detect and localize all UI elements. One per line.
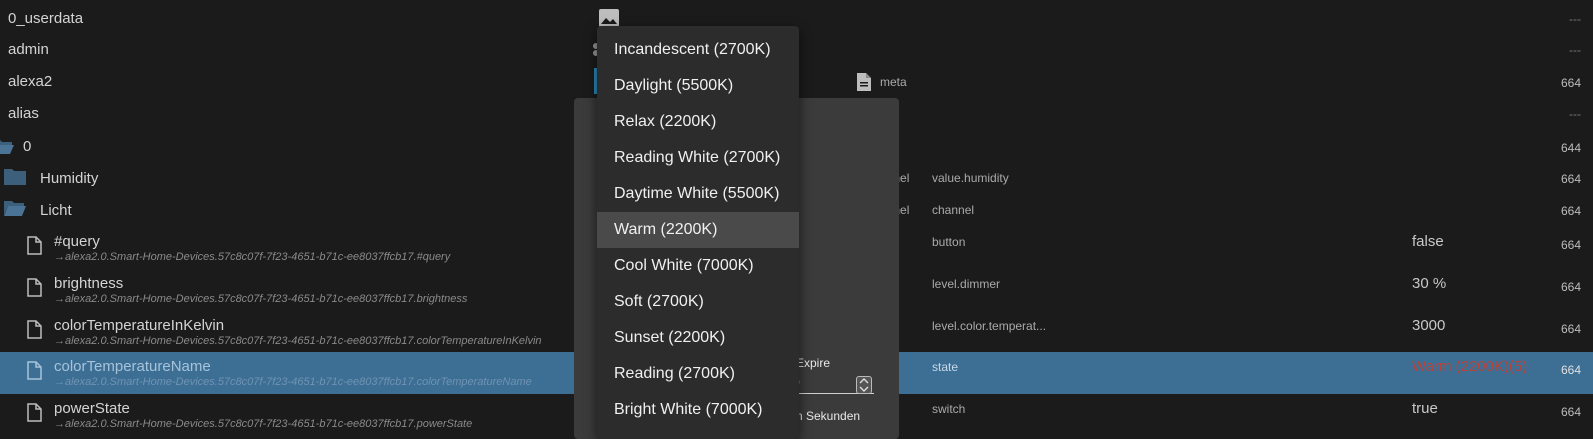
alias-link[interactable]: →alexa2.0.Smart-Home-Devices.57c8c07f-7f… (54, 293, 467, 305)
acl-value: 664 (1560, 280, 1581, 294)
tree-item-label: Humidity (40, 170, 99, 187)
state-name: colorTemperatureName (54, 358, 211, 375)
state-name: #query (54, 233, 100, 250)
state-name: powerState (54, 400, 130, 417)
file-icon (27, 278, 42, 297)
role-value: value.humidity (932, 171, 1009, 185)
acl-value: 664 (1560, 405, 1581, 419)
color-temperature-dropdown: Incandescent (2700K) Daylight (5500K) Re… (597, 26, 799, 439)
acl-value: --- (1569, 12, 1581, 26)
acl-value: 664 (1560, 76, 1581, 90)
option-relax[interactable]: Relax (2200K) (597, 104, 799, 140)
option-bright-white[interactable]: Bright White (7000K) (597, 392, 799, 428)
option-reading[interactable]: Reading (2700K) (597, 356, 799, 392)
state-value[interactable]: false (1412, 233, 1444, 250)
folder-open-icon (4, 201, 26, 216)
option-cool-white[interactable]: Cool White (7000K) (597, 248, 799, 284)
file-icon (27, 361, 42, 380)
file-icon (27, 236, 42, 255)
state-name: brightness (54, 275, 124, 292)
option-daytime-white[interactable]: Daytime White (5500K) (597, 176, 799, 212)
file-icon (857, 73, 871, 91)
role-value: state (932, 360, 959, 374)
state-value[interactable]: 30 % (1412, 275, 1446, 292)
type-value: meta (880, 75, 907, 89)
alias-link[interactable]: →alexa2.0.Smart-Home-Devices.57c8c07f-7f… (54, 418, 472, 430)
option-daylight[interactable]: Daylight (5500K) (597, 68, 799, 104)
folder-icon (4, 169, 26, 185)
state-value[interactable]: 3000 (1412, 317, 1445, 334)
state-value[interactable]: Warm (2200K)(5) (1412, 358, 1527, 375)
expire-label: Expire (796, 356, 831, 370)
tree-item-label: admin (8, 41, 49, 58)
acl-value: 664 (1560, 238, 1581, 252)
tree-item-label: 0_userdata (8, 10, 84, 27)
option-incandescent[interactable]: Incandescent (2700K) (597, 32, 799, 68)
tree-item-label: 0 (23, 138, 32, 155)
acl-value: 664 (1560, 172, 1581, 186)
role-value: level.dimmer (932, 277, 1001, 291)
acl-value: 664 (1560, 204, 1581, 218)
state-name: colorTemperatureInKelvin (54, 317, 225, 334)
expire-stepper[interactable] (856, 376, 872, 394)
state-value[interactable]: true (1412, 400, 1438, 417)
alias-link[interactable]: →alexa2.0.Smart-Home-Devices.57c8c07f-7f… (54, 251, 450, 263)
acl-value: --- (1569, 43, 1581, 57)
role-value: channel (932, 203, 975, 217)
option-sunset[interactable]: Sunset (2200K) (597, 320, 799, 356)
role-value: switch (932, 402, 966, 416)
alias-link[interactable]: →alexa2.0.Smart-Home-Devices.57c8c07f-7f… (54, 335, 542, 347)
option-warm[interactable]: Warm (2200K) (597, 212, 799, 248)
folder-open-icon (0, 140, 14, 154)
acl-value: 644 (1560, 141, 1581, 155)
acl-value: --- (1569, 107, 1581, 121)
stepper-arrows-icon (859, 378, 869, 392)
image-icon[interactable] (598, 8, 620, 28)
file-icon (27, 403, 42, 422)
acl-value: 664 (1560, 363, 1581, 377)
option-soft[interactable]: Soft (2700K) (597, 284, 799, 320)
option-reading-white[interactable]: Reading White (2700K) (597, 140, 799, 176)
role-value: level.color.temperat... (932, 319, 1047, 333)
role-value: button (932, 235, 966, 249)
expire-hint: n Sekunden (796, 409, 861, 423)
acl-value: 664 (1560, 322, 1581, 336)
alias-link[interactable]: →alexa2.0.Smart-Home-Devices.57c8c07f-7f… (54, 376, 532, 388)
tree-item-label: Licht (40, 202, 72, 219)
file-icon (27, 320, 42, 339)
tree-item-label: alexa2 (8, 73, 53, 90)
tree-item-label: alias (8, 105, 39, 122)
